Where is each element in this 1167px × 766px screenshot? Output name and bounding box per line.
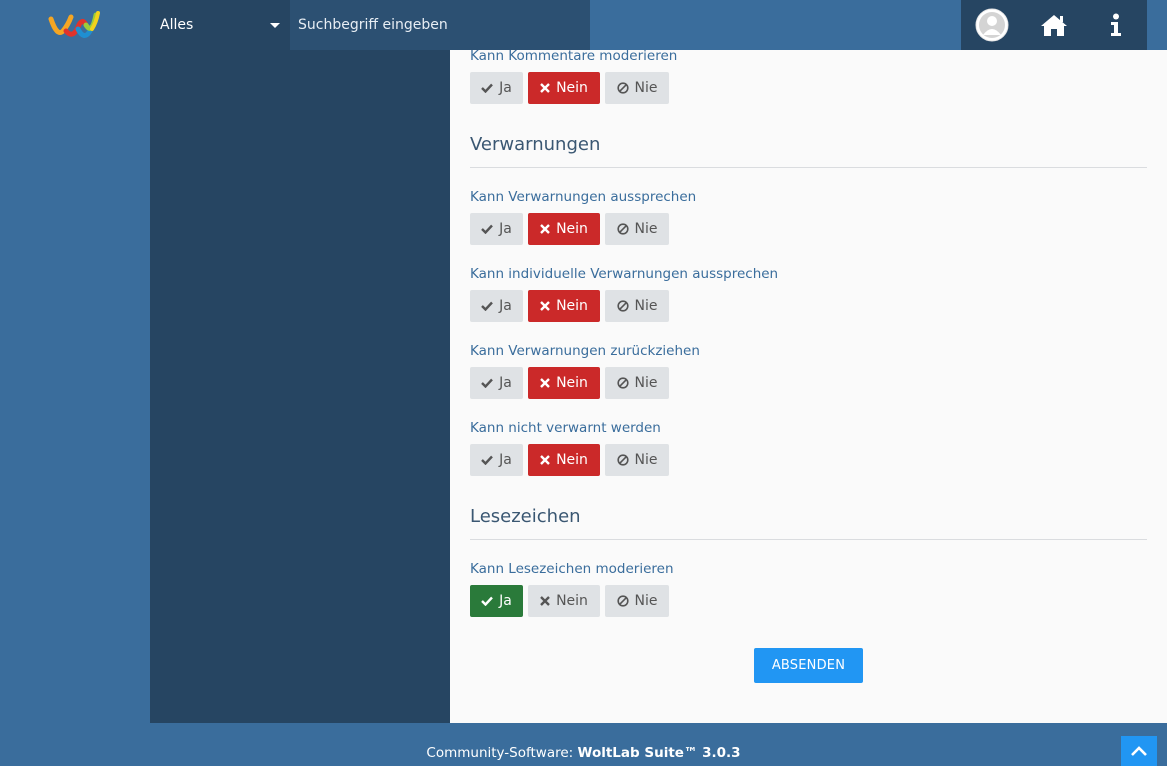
- close-icon: [540, 378, 550, 388]
- caret-down-icon: [270, 23, 280, 28]
- submit-button[interactable]: ABSENDEN: [754, 648, 863, 683]
- option-no-label: Nein: [556, 452, 588, 468]
- option-group-moderate-comments: Ja Nein Nie: [470, 72, 669, 104]
- option-never-button[interactable]: Nie: [605, 585, 669, 617]
- ban-icon: [616, 454, 629, 466]
- info-icon: [1111, 13, 1121, 36]
- footer-copyright: Community-Software: WoltLab Suite™ 3.0.3: [0, 745, 1167, 761]
- check-icon: [481, 301, 494, 311]
- section-divider: [470, 539, 1147, 540]
- option-group-issue-custom-warnings: Ja Nein Nie: [470, 290, 669, 322]
- info-button[interactable]: [1085, 0, 1147, 50]
- option-yes-button[interactable]: Ja: [470, 367, 523, 399]
- page-header: Alles: [0, 0, 1167, 50]
- option-yes-button[interactable]: Ja: [470, 72, 523, 104]
- ban-icon: [616, 223, 629, 235]
- option-group-immune-warnings: Ja Nein Nie: [470, 444, 669, 476]
- option-never-button[interactable]: Nie: [605, 290, 669, 322]
- page-footer: Community-Software: WoltLab Suite™ 3.0.3: [0, 723, 1167, 766]
- option-never-button[interactable]: Nie: [605, 213, 669, 245]
- scroll-to-top-button[interactable]: [1121, 736, 1157, 766]
- close-icon: [540, 596, 550, 606]
- main-menu-sidebar: [0, 50, 150, 723]
- option-yes-button[interactable]: Ja: [470, 290, 523, 322]
- permission-label-issue-warnings: Kann Verwarnungen aussprechen: [470, 189, 697, 205]
- option-never-button[interactable]: Nie: [605, 72, 669, 104]
- option-yes-label: Ja: [499, 593, 512, 609]
- option-never-label: Nie: [634, 80, 658, 96]
- section-divider: [470, 167, 1147, 168]
- footer-prefix: Community-Software:: [426, 745, 578, 761]
- close-icon: [540, 224, 550, 234]
- option-no-button[interactable]: Nein: [528, 290, 600, 322]
- option-yes-button[interactable]: Ja: [470, 444, 523, 476]
- option-no-button[interactable]: Nein: [528, 213, 600, 245]
- ban-icon: [616, 82, 629, 94]
- home-icon: [1041, 15, 1067, 36]
- option-no-button[interactable]: Nein: [528, 72, 600, 104]
- permission-label-revoke-warnings: Kann Verwarnungen zurückziehen: [470, 343, 700, 359]
- option-never-label: Nie: [634, 298, 658, 314]
- option-never-label: Nie: [634, 221, 658, 237]
- check-icon: [481, 378, 494, 388]
- check-icon: [481, 455, 494, 465]
- home-button[interactable]: [1023, 0, 1085, 50]
- user-avatar-icon: [975, 8, 1009, 42]
- search-input[interactable]: [290, 0, 590, 50]
- check-icon: [481, 83, 494, 93]
- close-icon: [540, 83, 550, 93]
- woltlab-logo-icon: [48, 11, 100, 38]
- option-yes-button[interactable]: Ja: [470, 213, 523, 245]
- permission-label-moderate-bookmarks: Kann Lesezeichen moderieren: [470, 561, 674, 577]
- check-icon: [481, 224, 494, 234]
- content-area: Kann Kommentare moderieren Ja Nein Nie V…: [450, 48, 1167, 723]
- section-title-warnings: Verwarnungen: [470, 134, 601, 155]
- section-title-bookmarks: Lesezeichen: [470, 506, 581, 527]
- sub-menu-sidebar: [150, 50, 450, 723]
- option-yes-label: Ja: [499, 298, 512, 314]
- ban-icon: [616, 595, 629, 607]
- option-no-button[interactable]: Nein: [528, 585, 600, 617]
- search-scope-select[interactable]: Alles: [150, 0, 290, 50]
- option-never-button[interactable]: Nie: [605, 367, 669, 399]
- option-no-label: Nein: [556, 80, 588, 96]
- option-no-label: Nein: [556, 298, 588, 314]
- option-yes-label: Ja: [499, 221, 512, 237]
- permission-label-issue-custom-warnings: Kann individuelle Verwarnungen aussprech…: [470, 266, 779, 282]
- ban-icon: [616, 377, 629, 389]
- option-never-label: Nie: [634, 593, 658, 609]
- permission-label-moderate-comments: Kann Kommentare moderieren: [470, 48, 678, 64]
- search-scope-label: Alles: [160, 17, 194, 33]
- footer-product-link[interactable]: WoltLab Suite™ 3.0.3: [578, 745, 741, 761]
- chevron-up-icon: [1131, 746, 1147, 756]
- option-no-label: Nein: [556, 221, 588, 237]
- option-never-button[interactable]: Nie: [605, 444, 669, 476]
- ban-icon: [616, 300, 629, 312]
- user-menu-button[interactable]: [961, 0, 1023, 50]
- close-icon: [540, 301, 550, 311]
- user-navigation: [961, 0, 1147, 50]
- permission-label-immune-warnings: Kann nicht verwarnt werden: [470, 420, 661, 436]
- option-group-moderate-bookmarks: Ja Nein Nie: [470, 585, 669, 617]
- option-yes-label: Ja: [499, 375, 512, 391]
- option-yes-label: Ja: [499, 80, 512, 96]
- option-never-label: Nie: [634, 452, 658, 468]
- option-no-button[interactable]: Nein: [528, 444, 600, 476]
- option-no-label: Nein: [556, 593, 588, 609]
- option-no-button[interactable]: Nein: [528, 367, 600, 399]
- check-icon: [481, 596, 494, 606]
- option-yes-button[interactable]: Ja: [470, 585, 523, 617]
- option-no-label: Nein: [556, 375, 588, 391]
- site-logo[interactable]: [0, 0, 150, 50]
- option-group-issue-warnings: Ja Nein Nie: [470, 213, 669, 245]
- option-group-revoke-warnings: Ja Nein Nie: [470, 367, 669, 399]
- option-never-label: Nie: [634, 375, 658, 391]
- option-yes-label: Ja: [499, 452, 512, 468]
- close-icon: [540, 455, 550, 465]
